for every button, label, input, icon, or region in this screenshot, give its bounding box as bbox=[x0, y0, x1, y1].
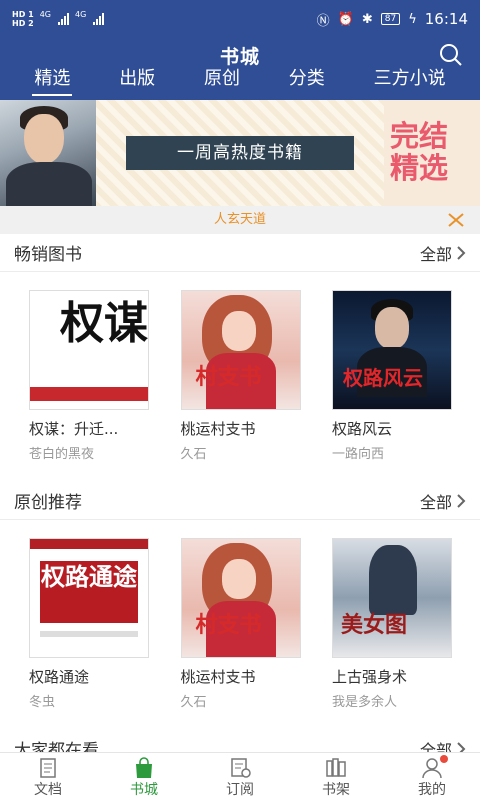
view-all-label: 全部 bbox=[419, 244, 452, 264]
tabbar-subscriptions[interactable]: 订阅 bbox=[192, 753, 288, 800]
tabbar-label: 文档 bbox=[34, 782, 62, 798]
banner-tag-line2: 精选 bbox=[390, 151, 449, 185]
banner-tag: 完结 精选 bbox=[384, 100, 480, 206]
promo-banner[interactable]: 一周高热度书籍 完结 精选 bbox=[0, 100, 480, 206]
cover-text: 权路通途 bbox=[40, 561, 138, 623]
book-title: 权路通途 bbox=[29, 668, 90, 686]
document-icon bbox=[40, 758, 56, 778]
banner-tag-line1: 完结 bbox=[390, 119, 449, 153]
book-title: 权路风云 bbox=[332, 420, 393, 438]
battery-icon: 87 bbox=[380, 13, 401, 25]
book-card[interactable]: 权路通途 权路通途 冬虫 bbox=[29, 538, 149, 730]
section-title: 畅销图书 bbox=[14, 245, 82, 265]
search-icon bbox=[440, 44, 462, 66]
cover-text: 权谋 bbox=[60, 298, 148, 349]
status-left: HD 1 HD 2 4G 4G bbox=[12, 10, 105, 28]
book-card[interactable]: 村支书 桃运村支书 久石 bbox=[180, 538, 301, 730]
hd-indicator: HD 1 HD 2 bbox=[12, 10, 34, 28]
status-bar: HD 1 HD 2 4G 4G Ⓝ ⏰ ✱ 87 ϟ 16:14 bbox=[0, 0, 480, 38]
hd1-label: HD 1 bbox=[12, 10, 34, 19]
cover-text: 美女图 bbox=[341, 612, 408, 638]
shopping-bag-icon bbox=[136, 757, 152, 778]
close-icon bbox=[448, 213, 464, 227]
notice-bar[interactable]: 人玄天道 bbox=[0, 206, 480, 234]
banner-portrait bbox=[0, 100, 96, 206]
clock: 16:14 bbox=[424, 10, 468, 28]
book-cover: 权路风云 bbox=[332, 290, 452, 410]
cover-text: 权路风云 bbox=[343, 366, 423, 390]
bluetooth-icon: ✱ bbox=[361, 11, 373, 27]
charging-icon: ϟ bbox=[408, 11, 417, 27]
tab-categories[interactable]: 分类 bbox=[285, 66, 329, 100]
notification-dot bbox=[440, 755, 448, 763]
book-card[interactable]: 美女图 上古强身术 我是多余人 bbox=[332, 538, 452, 730]
banner-ribbon: 一周高热度书籍 bbox=[126, 136, 354, 170]
book-title: 权谋：升迁... bbox=[29, 420, 119, 438]
tabbar-bookstore[interactable]: 书城 bbox=[96, 753, 192, 800]
book-cover: 村支书 bbox=[180, 290, 301, 410]
chevron-right-icon bbox=[457, 493, 466, 508]
book-title: 桃运村支书 bbox=[180, 420, 256, 438]
book-card[interactable]: 村支书 桃运村支书 久石 bbox=[180, 290, 301, 482]
view-all-label: 全部 bbox=[419, 492, 452, 512]
book-cover: 权路通途 bbox=[29, 538, 149, 658]
book-cover: 美女图 bbox=[332, 538, 452, 658]
book-author: 苍白的黑夜 bbox=[29, 447, 95, 462]
subscription-icon bbox=[231, 758, 251, 778]
cover-text: 村支书 bbox=[195, 612, 262, 638]
tabbar-label: 书架 bbox=[322, 782, 350, 798]
bookshelf-icon bbox=[326, 758, 346, 777]
tab-original[interactable]: 原创 bbox=[200, 66, 244, 100]
signal-icon bbox=[57, 13, 69, 25]
top-tabs: 精选 出版 原创 分类 三方小说 bbox=[0, 66, 480, 100]
cover-text: 村支书 bbox=[195, 364, 262, 390]
book-row: 权路通途 权路通途 冬虫 村支书 桃运村支书 久石 美女图 上古强身术 我是多余… bbox=[0, 520, 480, 730]
app-header: 书城 精选 出版 原创 分类 三方小说 bbox=[0, 38, 480, 100]
network-type-2: 4G bbox=[74, 10, 87, 19]
tabbar-bookshelf[interactable]: 书架 bbox=[288, 753, 384, 800]
hd2-label: HD 2 bbox=[12, 19, 34, 28]
view-all-button[interactable]: 全部 bbox=[420, 489, 466, 513]
tabbar-label: 订阅 bbox=[226, 782, 254, 798]
section-title: 原创推荐 bbox=[14, 493, 82, 513]
book-title: 上古强身术 bbox=[332, 668, 408, 686]
nfc-icon: Ⓝ bbox=[316, 13, 330, 29]
search-button[interactable] bbox=[438, 42, 464, 68]
book-author: 久石 bbox=[180, 695, 207, 710]
tabbar-documents[interactable]: 文档 bbox=[0, 753, 96, 800]
notice-close-button[interactable] bbox=[446, 210, 466, 230]
book-cover: 权谋 bbox=[29, 290, 149, 410]
book-author: 冬虫 bbox=[29, 695, 56, 710]
view-all-button[interactable]: 全部 bbox=[420, 241, 466, 265]
tabbar-me[interactable]: 我的 bbox=[384, 753, 480, 800]
book-cover: 村支书 bbox=[180, 538, 301, 658]
status-right: Ⓝ ⏰ ✱ 87 ϟ 16:14 bbox=[317, 10, 468, 29]
tabbar-label: 我的 bbox=[418, 782, 446, 798]
section-header-original-picks: 原创推荐 全部 bbox=[0, 482, 480, 520]
tab-selected[interactable]: 精选 bbox=[30, 66, 74, 100]
book-title: 桃运村支书 bbox=[180, 668, 256, 686]
chevron-right-icon bbox=[457, 245, 466, 260]
bottom-tab-bar: 文档 书城 订阅 书架 我的 bbox=[0, 752, 480, 800]
signal-icon-2 bbox=[93, 13, 105, 25]
book-card[interactable]: 权路风云 权路风云 一路向西 bbox=[332, 290, 452, 482]
tabbar-label: 书城 bbox=[130, 782, 158, 798]
book-row: 权谋 权谋：升迁... 苍白的黑夜 村支书 桃运村支书 久石 权路风云 权路风云… bbox=[0, 272, 480, 482]
page-title: 书城 bbox=[219, 46, 260, 68]
book-author: 久石 bbox=[180, 447, 207, 462]
notice-text: 人玄天道 bbox=[213, 212, 266, 227]
network-type-1: 4G bbox=[39, 10, 51, 19]
tab-third-party-novels[interactable]: 三方小说 bbox=[370, 66, 450, 100]
book-card[interactable]: 权谋 权谋：升迁... 苍白的黑夜 bbox=[29, 290, 149, 482]
tab-publishing[interactable]: 出版 bbox=[115, 66, 159, 100]
book-author: 一路向西 bbox=[332, 447, 385, 462]
alarm-icon: ⏰ bbox=[337, 11, 354, 27]
section-header-bestsellers: 畅销图书 全部 bbox=[0, 234, 480, 272]
book-author: 我是多余人 bbox=[332, 695, 398, 710]
profile-icon-wrap bbox=[420, 755, 448, 779]
